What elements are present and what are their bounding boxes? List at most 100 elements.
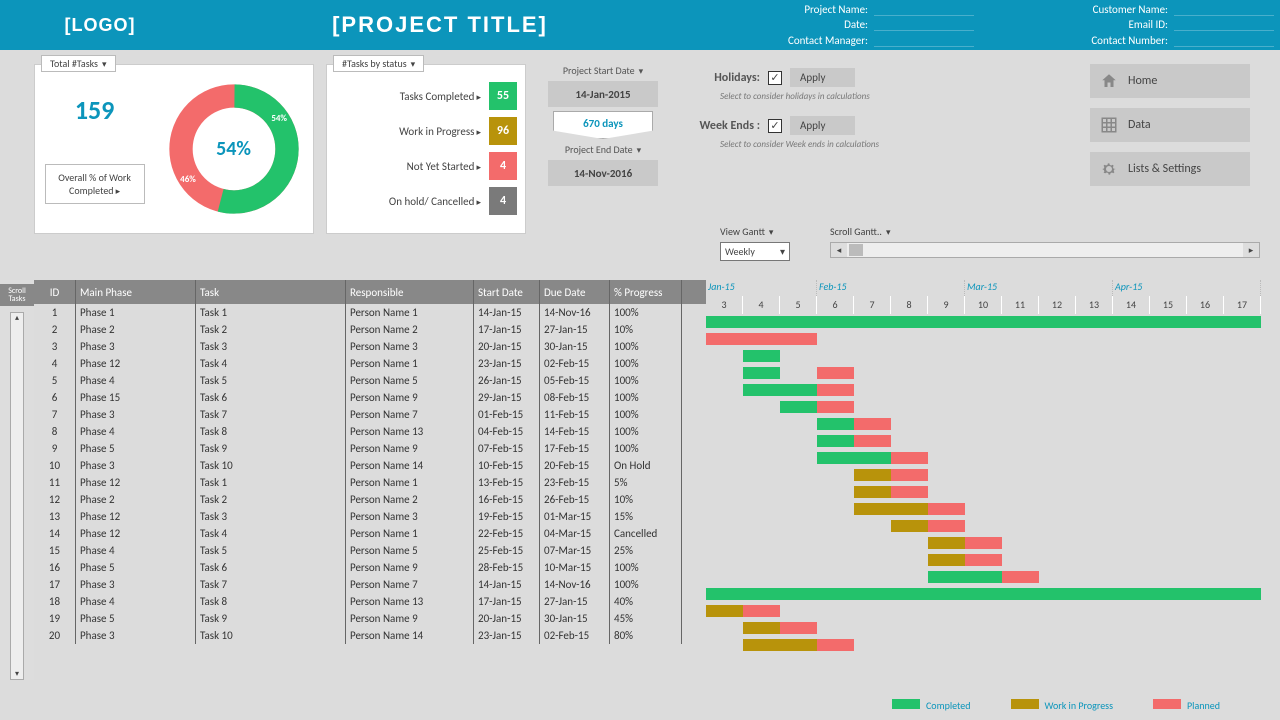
- table-row[interactable]: 6Phase 15Task 6Person Name 929-Jan-1508-…: [34, 389, 706, 406]
- table-row[interactable]: 11Phase 12Task 1Person Name 113-Feb-1523…: [34, 474, 706, 491]
- table-row[interactable]: 20Phase 3Task 10Person Name 1423-Jan-150…: [34, 627, 706, 644]
- gantt-bar[interactable]: [928, 503, 965, 515]
- status-name[interactable]: Work in Progress: [335, 125, 489, 138]
- gantt-bar[interactable]: [706, 588, 1261, 600]
- table-row[interactable]: 15Phase 4Task 5Person Name 525-Feb-1507-…: [34, 542, 706, 559]
- col-header[interactable]: Responsible: [346, 280, 474, 304]
- gantt-bar[interactable]: [743, 605, 780, 617]
- gantt-bar[interactable]: [854, 469, 891, 481]
- gantt-bar[interactable]: [891, 469, 928, 481]
- week-label: 13: [1076, 296, 1113, 314]
- gantt-bar[interactable]: [817, 401, 854, 413]
- table-row[interactable]: 12Phase 2Task 2Person Name 216-Feb-1526-…: [34, 491, 706, 508]
- gantt-bar[interactable]: [743, 622, 780, 634]
- gantt-row: [706, 467, 1280, 484]
- lists-settings-button[interactable]: Lists & Settings: [1090, 152, 1250, 186]
- gantt-bar[interactable]: [965, 537, 1002, 549]
- task-vertical-scrollbar[interactable]: ▴▾: [10, 312, 24, 680]
- gantt-bar[interactable]: [743, 639, 817, 651]
- gantt-bar[interactable]: [817, 384, 854, 396]
- gantt-bar[interactable]: [928, 537, 965, 549]
- gantt-bar[interactable]: [928, 554, 965, 566]
- gantt-bar[interactable]: [743, 384, 817, 396]
- table-row[interactable]: 13Phase 12Task 3Person Name 319-Feb-1501…: [34, 508, 706, 525]
- gantt-bar[interactable]: [1002, 571, 1039, 583]
- table-row[interactable]: 19Phase 5Task 9Person Name 920-Jan-1530-…: [34, 610, 706, 627]
- gantt-scrollbar[interactable]: ◂ ▸: [830, 242, 1260, 258]
- col-header[interactable]: ID: [34, 280, 76, 304]
- table-row[interactable]: 9Phase 5Task 9Person Name 907-Feb-1517-F…: [34, 440, 706, 457]
- table-row[interactable]: 8Phase 4Task 8Person Name 1304-Feb-1514-…: [34, 423, 706, 440]
- gantt-bar[interactable]: [706, 333, 817, 345]
- gantt-bar[interactable]: [891, 452, 928, 464]
- gantt-bar[interactable]: [891, 486, 928, 498]
- gantt-bar[interactable]: [780, 622, 817, 634]
- status-name[interactable]: Not Yet Started: [335, 160, 489, 173]
- weekends-apply-button[interactable]: Apply: [790, 116, 855, 135]
- table-row[interactable]: 16Phase 5Task 6Person Name 928-Feb-1510-…: [34, 559, 706, 576]
- gantt-bar[interactable]: [706, 316, 1261, 328]
- gantt-bar[interactable]: [817, 639, 854, 651]
- gantt-row: [706, 518, 1280, 535]
- col-header[interactable]: Due Date: [540, 280, 610, 304]
- gantt-week-header: 34567891011121314151617: [706, 296, 1280, 314]
- table-row[interactable]: 7Phase 3Task 7Person Name 701-Feb-1511-F…: [34, 406, 706, 423]
- scroll-left-button[interactable]: ◂: [831, 243, 847, 257]
- table-row[interactable]: 18Phase 4Task 8Person Name 1317-Jan-1527…: [34, 593, 706, 610]
- gantt-bar[interactable]: [817, 418, 854, 430]
- gantt-bar[interactable]: [743, 350, 780, 362]
- table-row[interactable]: 5Phase 4Task 5Person Name 526-Jan-1505-F…: [34, 372, 706, 389]
- table-row[interactable]: 1Phase 1Task 1Person Name 114-Jan-1514-N…: [34, 304, 706, 321]
- weekends-checkbox[interactable]: ✓: [768, 119, 782, 133]
- col-header[interactable]: Start Date: [474, 280, 540, 304]
- home-button[interactable]: Home: [1090, 64, 1250, 98]
- scroll-gantt-label[interactable]: Scroll Gantt..: [830, 225, 1260, 238]
- scroll-thumb[interactable]: [849, 244, 863, 256]
- gantt-bar[interactable]: [743, 367, 780, 379]
- total-tasks-dropdown[interactable]: Total #Tasks: [41, 55, 116, 72]
- holidays-checkbox[interactable]: ✓: [768, 71, 782, 85]
- table-row[interactable]: 17Phase 3Task 7Person Name 714-Jan-1514-…: [34, 576, 706, 593]
- col-header[interactable]: % Progress: [610, 280, 682, 304]
- col-header[interactable]: Main Phase: [76, 280, 196, 304]
- gantt-bar[interactable]: [854, 435, 891, 447]
- gantt-bar[interactable]: [854, 418, 891, 430]
- status-name[interactable]: Tasks Completed: [335, 90, 489, 103]
- gantt-bar[interactable]: [965, 554, 1002, 566]
- gantt-bar[interactable]: [817, 367, 854, 379]
- status-name[interactable]: On hold/ Cancelled: [335, 195, 489, 208]
- col-header[interactable]: Task: [196, 280, 346, 304]
- table-row[interactable]: 3Phase 3Task 3Person Name 320-Jan-1530-J…: [34, 338, 706, 355]
- holidays-apply-button[interactable]: Apply: [790, 68, 855, 87]
- scroll-right-button[interactable]: ▸: [1243, 243, 1259, 257]
- info-value[interactable]: [1174, 34, 1274, 47]
- info-value[interactable]: [874, 18, 974, 31]
- month-label: Mar-15: [965, 280, 1113, 296]
- view-gantt-label[interactable]: View Gantt: [720, 225, 790, 238]
- gantt-bar[interactable]: [817, 452, 891, 464]
- info-value[interactable]: [874, 34, 974, 47]
- gantt-bar[interactable]: [780, 401, 817, 413]
- table-row[interactable]: 2Phase 2Task 2Person Name 217-Jan-1527-J…: [34, 321, 706, 338]
- info-value[interactable]: [1174, 3, 1274, 16]
- table-row[interactable]: 14Phase 12Task 4Person Name 122-Feb-1504…: [34, 525, 706, 542]
- gantt-row: [706, 586, 1280, 603]
- view-gantt-select[interactable]: Weekly▾: [720, 242, 790, 261]
- table-row[interactable]: 4Phase 12Task 4Person Name 123-Jan-1502-…: [34, 355, 706, 372]
- status-dropdown[interactable]: #Tasks by status: [333, 55, 424, 72]
- info-value[interactable]: [1174, 18, 1274, 31]
- start-date-label[interactable]: Project Start Date: [563, 64, 643, 77]
- end-date-label[interactable]: Project End Date: [565, 143, 641, 156]
- overall-pct-button[interactable]: Overall % of Work Completed: [45, 164, 145, 204]
- info-value[interactable]: [874, 3, 974, 16]
- gantt-bar[interactable]: [891, 520, 928, 532]
- data-button[interactable]: Data: [1090, 108, 1250, 142]
- gantt-bar[interactable]: [817, 435, 854, 447]
- gantt-bar[interactable]: [706, 605, 743, 617]
- gantt-bar[interactable]: [928, 571, 1002, 583]
- scroll-tasks-header: Scroll Tasks: [0, 284, 34, 306]
- gantt-bar[interactable]: [928, 520, 965, 532]
- gantt-bar[interactable]: [854, 503, 928, 515]
- table-row[interactable]: 10Phase 3Task 10Person Name 1410-Feb-152…: [34, 457, 706, 474]
- gantt-bar[interactable]: [854, 486, 891, 498]
